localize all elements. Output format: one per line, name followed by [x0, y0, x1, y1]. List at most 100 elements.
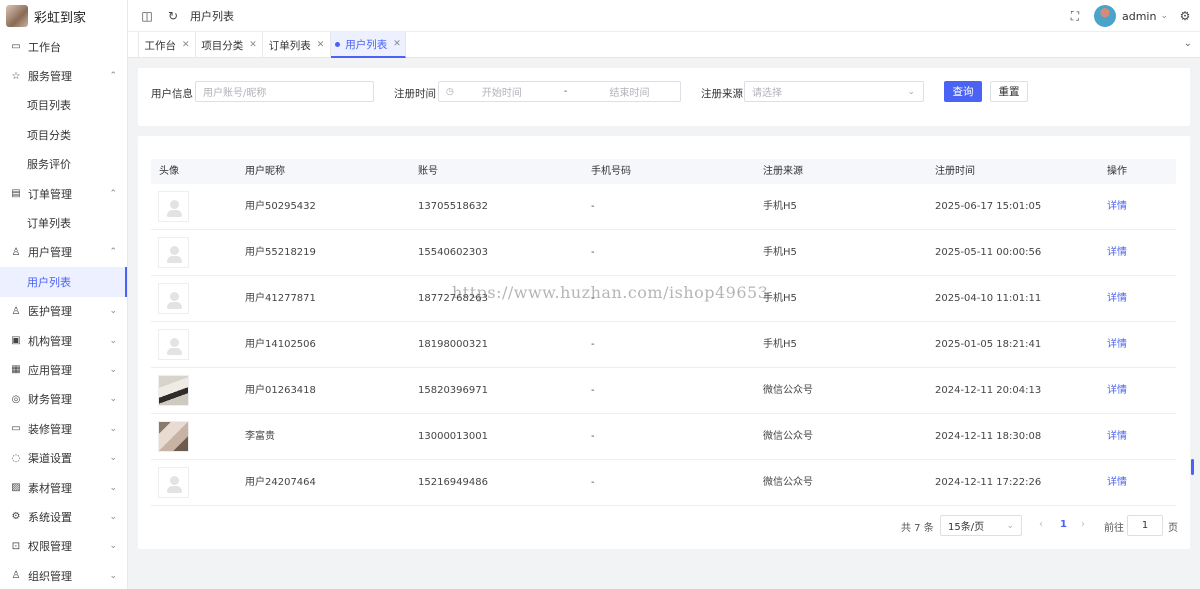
page-unit-label: 页: [1168, 523, 1178, 534]
sidebar-item[interactable]: ▨ 素材管理 ⌄: [0, 473, 127, 502]
tab-project-category[interactable]: 项目分类 ✕: [196, 32, 263, 58]
filter-panel: 用户信息 用户账号/昵称 注册时间 ◷ 开始时间 - 结束时间 注册来源 请选择…: [138, 68, 1190, 126]
fullscreen-icon[interactable]: ⛶: [1068, 9, 1082, 24]
sidebar-item[interactable]: 项目分类: [0, 120, 127, 149]
brand[interactable]: 彩虹到家: [0, 0, 127, 32]
brand-name: 彩虹到家: [34, 10, 87, 26]
close-icon[interactable]: ✕: [249, 40, 257, 50]
table-row: 用户50295432 13705518632 - 手机H5 2025-06-17 15:…: [151, 184, 1176, 230]
refresh-icon[interactable]: ↻: [166, 9, 180, 23]
sidebar-menu: ▭ 工作台 ☆ 服务管理 ⌃ 项目列表 项目分类 服务评价 ▤ 订单管理 ⌃ 订单列表 ♙ 用户管理 ⌃ 用户…: [0, 32, 127, 589]
sidebar-item[interactable]: ♙ 组织管理 ⌄: [0, 561, 127, 589]
sidebar-item[interactable]: 订单列表: [0, 208, 127, 237]
cell-source: 手机H5: [763, 339, 797, 350]
sidebar-item-label: 项目分类: [27, 128, 71, 142]
search-button[interactable]: 查询: [944, 81, 982, 102]
cell-nickname: 用户41277871: [245, 293, 316, 304]
close-icon[interactable]: ✕: [317, 40, 325, 50]
cell-source: 微信公众号: [763, 385, 813, 396]
sidebar-item[interactable]: ⊡ 权限管理 ⌄: [0, 532, 127, 561]
chevron-up-icon: ⌃: [109, 247, 117, 258]
sidebar-item-label: 应用管理: [28, 363, 72, 377]
col-reg-time: 注册时间: [935, 166, 975, 177]
cell-nickname: 用户14102506: [245, 339, 316, 350]
document-icon: ▤: [11, 188, 21, 200]
sidebar-item[interactable]: ▣ 机构管理 ⌄: [0, 326, 127, 355]
username[interactable]: admin: [1122, 10, 1156, 23]
cell-source: 手机H5: [763, 247, 797, 258]
settings-gear-icon[interactable]: ⚙: [1178, 9, 1192, 23]
end-time-placeholder[interactable]: 结束时间: [609, 84, 649, 99]
detail-link[interactable]: 详情: [1107, 230, 1127, 276]
sidebar-item-label: 素材管理: [28, 481, 72, 495]
sidebar-item[interactable]: ▭ 工作台: [0, 32, 127, 61]
reset-button[interactable]: 重置: [990, 81, 1028, 102]
sidebar-item[interactable]: ☆ 服务管理 ⌃: [0, 61, 127, 90]
cell-phone: -: [591, 431, 595, 442]
source-placeholder: 请选择: [752, 88, 782, 99]
sidebar-item-label: 订单管理: [28, 187, 72, 201]
prev-page-icon[interactable]: ‹: [1039, 519, 1043, 530]
sidebar-item-label: 项目列表: [27, 99, 71, 113]
tabs-bar: 工作台 ✕ 项目分类 ✕ 订单列表 ✕ 用户列表 ✕ ⌄: [128, 32, 1200, 58]
sidebar-item-label: 权限管理: [28, 540, 72, 554]
sidebar-item[interactable]: ♙ 医护管理 ⌄: [0, 297, 127, 326]
sidebar-item[interactable]: ◌ 渠道设置 ⌄: [0, 443, 127, 472]
source-select[interactable]: 请选择 ⌄: [744, 81, 924, 102]
cell-reg-time: 2025-01-05 18:21:41: [935, 339, 1042, 350]
collapse-sidebar-icon[interactable]: ◫: [140, 9, 154, 23]
sidebar-item[interactable]: ♙ 用户管理 ⌃: [0, 238, 127, 267]
table-row: 李富贵 13000013001 - 微信公众号 2024-12-11 18:30:08 详…: [151, 414, 1176, 460]
user-info-placeholder: 用户账号/昵称: [203, 88, 267, 99]
sidebar-item-label: 服务评价: [27, 158, 71, 172]
cell-reg-time: 2024-12-11 20:04:13: [935, 385, 1042, 396]
detail-link[interactable]: 详情: [1107, 322, 1127, 368]
detail-link[interactable]: 详情: [1107, 276, 1127, 322]
sidebar-item[interactable]: ▤ 订单管理 ⌃: [0, 179, 127, 208]
chevron-down-icon[interactable]: ⌄: [1160, 11, 1168, 21]
cell-nickname: 用户55218219: [245, 247, 316, 258]
cell-nickname: 用户01263418: [245, 385, 316, 396]
chevron-down-icon: ⌄: [907, 86, 915, 97]
sidebar-item[interactable]: ▦ 应用管理 ⌄: [0, 355, 127, 384]
active-dot-icon: [335, 41, 341, 47]
tab-user-list[interactable]: 用户列表 ✕: [331, 32, 406, 58]
cell-phone: -: [591, 477, 595, 488]
detail-link[interactable]: 详情: [1107, 460, 1127, 506]
table-header: 头像 用户昵称 账号 手机号码 注册来源 注册时间 操作: [151, 159, 1176, 184]
sidebar-item[interactable]: ▭ 装修管理 ⌄: [0, 414, 127, 443]
avatar[interactable]: [1093, 5, 1116, 27]
detail-link[interactable]: 详情: [1107, 184, 1127, 230]
chevron-down-icon: ⌄: [1006, 520, 1014, 531]
sidebar-item-label: 服务管理: [28, 70, 72, 84]
close-icon[interactable]: ✕: [393, 39, 401, 49]
avatar-placeholder-icon: [158, 237, 189, 268]
chat-icon: ◌: [11, 452, 21, 464]
tab-workbench[interactable]: 工作台 ✕: [138, 32, 196, 58]
user-info-input[interactable]: 用户账号/昵称: [195, 81, 374, 102]
reg-time-range-input[interactable]: ◷ 开始时间 - 结束时间: [438, 81, 681, 102]
star-icon: ☆: [11, 70, 21, 82]
detail-link[interactable]: 详情: [1107, 368, 1127, 414]
start-time-placeholder[interactable]: 开始时间: [482, 84, 522, 99]
page-size-select[interactable]: 15条/页 ⌄: [940, 515, 1022, 536]
sidebar-item[interactable]: ⚙ 系统设置 ⌄: [0, 502, 127, 531]
next-page-icon[interactable]: ›: [1081, 519, 1085, 530]
sidebar-item[interactable]: ◎ 财务管理 ⌄: [0, 385, 127, 414]
goto-page-input[interactable]: 1: [1127, 515, 1163, 536]
detail-link[interactable]: 详情: [1107, 414, 1127, 460]
goto-page-value: 1: [1141, 520, 1149, 531]
nurse-icon: ♙: [11, 305, 21, 317]
sidebar-item[interactable]: 项目列表: [0, 91, 127, 120]
sidebar-item[interactable]: 用户列表: [0, 267, 127, 297]
page-number-current[interactable]: 1: [1060, 519, 1067, 530]
chevron-down-icon: ⌄: [109, 423, 117, 434]
chevron-down-icon: ⌄: [109, 364, 117, 375]
scrollbar-thumb[interactable]: [1191, 459, 1194, 475]
col-action: 操作: [1107, 166, 1127, 177]
col-source: 注册来源: [763, 166, 803, 177]
sidebar-item[interactable]: 服务评价: [0, 150, 127, 179]
tabs-dropdown-icon[interactable]: ⌄: [1184, 38, 1192, 49]
tab-order-list[interactable]: 订单列表 ✕: [263, 32, 331, 58]
close-icon[interactable]: ✕: [182, 40, 190, 50]
